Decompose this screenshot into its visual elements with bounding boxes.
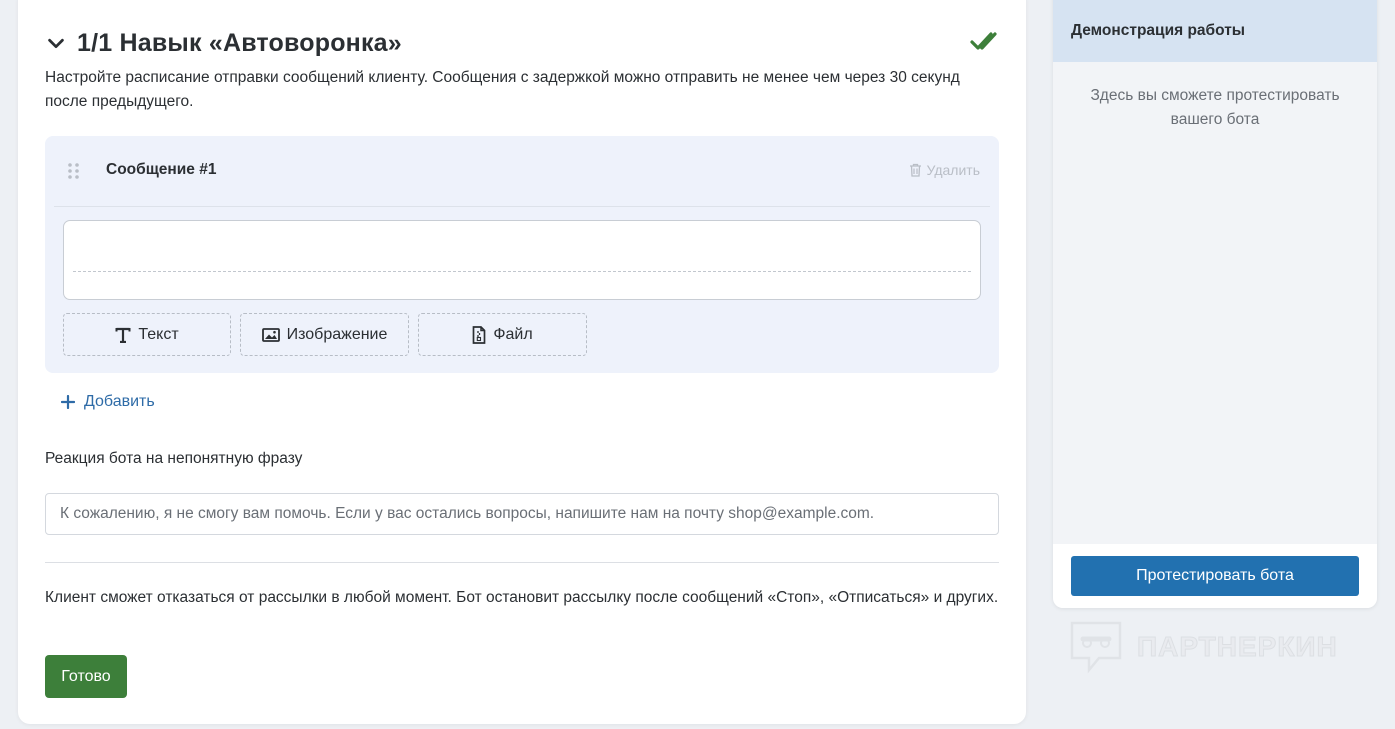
watermark: ПАРТНЕРКИН [1067,618,1338,676]
skill-header[interactable]: 1/1 Навык «Автоворонка» [45,26,999,60]
add-image-label: Изображение [286,325,388,343]
reaction-label: Реакция бота на непонятную фразу [45,450,303,467]
demo-panel: Демонстрация работы Здесь вы сможете про… [1053,0,1377,608]
file-icon [472,325,486,344]
demo-title: Демонстрация работы [1071,22,1246,39]
trash-icon [909,163,921,177]
demo-header: Демонстрация работы [1053,0,1377,62]
watermark-text: ПАРТНЕРКИН [1137,631,1338,663]
add-label: Добавить [84,393,155,410]
message-block: Сообщение #1 Удалить Текст Изображение Ф… [45,136,999,373]
watermark-logo-icon [1070,621,1122,674]
done-button[interactable]: Готово [45,655,127,698]
reaction-input[interactable] [45,493,999,535]
divider [54,206,990,207]
skill-description: Настройте расписание отправки сообщений … [45,69,960,110]
message-title: Сообщение #1 [106,161,217,178]
add-file-button[interactable]: Файл [418,313,587,356]
divider [45,562,999,563]
text-icon [115,327,131,343]
message-text-input[interactable] [63,220,981,300]
drag-handle-icon[interactable] [67,162,81,180]
add-file-label: Файл [493,325,533,343]
input-dashed-line [73,271,971,272]
demo-footer: Протестировать бота [1053,544,1377,608]
skill-card: 1/1 Навык «Автоворонка» Настройте распис… [18,0,1026,724]
demo-placeholder-text: Здесь вы сможете протестировать вашего б… [1090,87,1340,128]
add-text-label: Текст [138,325,179,343]
delete-message-button[interactable]: Удалить [909,162,980,178]
unsubscribe-note: Клиент сможет отказаться от рассылки в л… [45,589,999,606]
skill-title: 1/1 Навык «Автоворонка» [77,28,402,57]
double-check-icon [970,32,997,50]
add-text-button[interactable]: Текст [63,313,231,356]
chevron-down-icon[interactable] [45,32,67,54]
plus-icon [61,395,75,409]
test-bot-button[interactable]: Протестировать бота [1071,556,1359,596]
image-icon [261,327,280,342]
add-message-button[interactable]: Добавить [61,393,155,411]
delete-label: Удалить [926,162,980,178]
add-image-button[interactable]: Изображение [240,313,409,356]
